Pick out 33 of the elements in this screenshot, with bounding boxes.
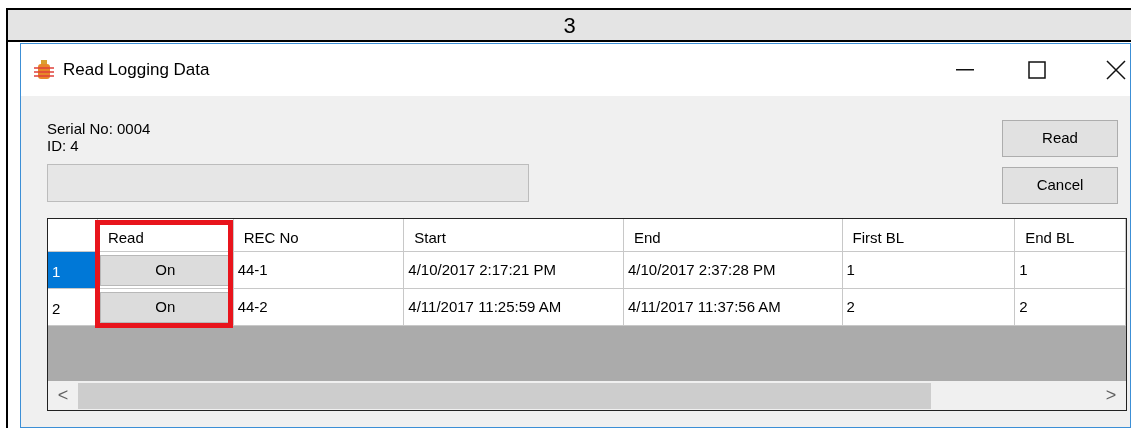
close-icon[interactable] <box>1106 60 1126 80</box>
scroll-right-arrow[interactable]: > <box>1096 382 1126 409</box>
table-cell-text: 4/11/2017 11:37:56 AM <box>627 296 781 317</box>
table-cell-text: 2 <box>1019 296 1028 317</box>
horizontal-scrollbar[interactable]: < > <box>48 381 1126 410</box>
id-label: ID: 4 <box>47 137 80 154</box>
table-cell-text: 4/10/2017 2:17:21 PM <box>408 259 556 280</box>
table-cell-text: 4/10/2017 2:37:28 PM <box>627 259 776 280</box>
column-header[interactable]: Start <box>404 219 624 251</box>
on-button[interactable]: On <box>99 291 231 323</box>
scrollbar-thumb[interactable] <box>78 382 931 409</box>
table-cell-text: 1 <box>1019 259 1028 280</box>
column-header[interactable]: End BL <box>1015 219 1126 251</box>
on-button[interactable]: On <box>99 254 231 286</box>
column-header[interactable]: First BL <box>842 219 1016 251</box>
page-header: 3 <box>8 10 1131 42</box>
table-cell-text: 44-1 <box>237 259 268 280</box>
dialog-button[interactable]: Read <box>1002 120 1118 157</box>
maximize-icon[interactable] <box>1028 61 1046 79</box>
column-header[interactable]: REC No <box>233 219 405 251</box>
minimize-icon[interactable] <box>956 69 974 71</box>
dialog-button[interactable]: Cancel <box>1002 167 1118 204</box>
window-title: Read Logging Data <box>63 59 210 82</box>
row-header[interactable]: 1 <box>48 252 98 288</box>
serial-label: Serial No: 0004 <box>47 120 152 137</box>
table-cell-text: 4/11/2017 11:25:59 AM <box>408 296 562 317</box>
table-cell-text: 1 <box>846 259 855 280</box>
column-header[interactable]: Read <box>97 219 234 251</box>
table-cell-text: 2 <box>846 296 855 317</box>
scroll-left-arrow[interactable]: < <box>48 382 78 409</box>
app-icon <box>33 59 55 81</box>
column-header[interactable]: End <box>623 219 843 251</box>
table-cell-text: 44-2 <box>237 296 268 317</box>
